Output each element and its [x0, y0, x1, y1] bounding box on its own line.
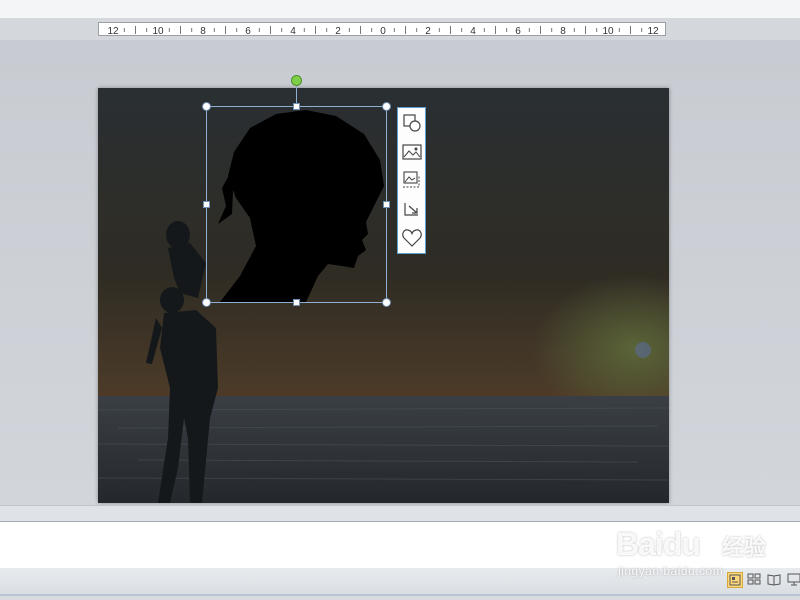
crop-picture-button[interactable]	[401, 169, 423, 191]
heart-shape-icon	[402, 229, 422, 247]
resize-handle-bottom-left[interactable]	[202, 298, 211, 307]
resize-handle-bottom-right[interactable]	[382, 298, 391, 307]
resize-handle-top[interactable]	[293, 103, 300, 110]
ruler-label: 10	[602, 26, 614, 37]
baidu-jingyan-watermark: Baidu 经验 jingyan.baidu.com	[612, 512, 782, 584]
shape-selection-box	[206, 106, 387, 303]
picture-icon	[402, 144, 422, 160]
slideshow-button[interactable]	[787, 572, 800, 588]
ruler-label: 2	[335, 26, 341, 37]
ruler-label: 2	[425, 26, 431, 37]
resize-handle-right[interactable]	[383, 201, 390, 208]
resize-arrow-icon	[404, 203, 418, 216]
ruler-label: 6	[515, 26, 521, 37]
heart-shape-button[interactable]	[401, 227, 423, 249]
rotation-handle[interactable]	[291, 75, 302, 86]
ruler-ticks: 12 10 8 6 4 2 0 2 4 6 8 10 12	[107, 26, 659, 37]
resize-button[interactable]	[401, 198, 423, 220]
ruler-label: 8	[200, 26, 206, 37]
ruler-label: 12	[647, 26, 659, 37]
ruler-label: 10	[152, 26, 164, 37]
ruler-label: 12	[107, 26, 119, 37]
ruler-label: 8	[560, 26, 566, 37]
watermark-product: 经验	[722, 535, 767, 560]
shapes-icon	[403, 114, 421, 132]
status-bar-line	[0, 594, 800, 596]
top-strip	[0, 0, 800, 18]
slideshow-icon	[787, 573, 800, 586]
resize-handle-bottom[interactable]	[293, 299, 300, 306]
ruler-label: 0	[380, 26, 386, 37]
horizontal-ruler[interactable]: 12 10 8 6 4 2 0 2 4 6 8 10 12	[98, 22, 666, 37]
watermark-url: jingyan.baidu.com	[618, 564, 724, 578]
picture-mini-toolbar	[397, 107, 426, 254]
resize-handle-top-right[interactable]	[382, 102, 391, 111]
resize-handle-top-left[interactable]	[202, 102, 211, 111]
crop-picture-icon	[403, 171, 420, 188]
shapes-button[interactable]	[401, 112, 423, 134]
ruler-label: 4	[290, 26, 296, 37]
picture-button[interactable]	[401, 141, 423, 163]
resize-handle-left[interactable]	[203, 201, 210, 208]
ruler-label: 6	[245, 26, 251, 37]
watermark-brand: Baidu	[616, 526, 701, 562]
ruler-label: 4	[470, 26, 476, 37]
